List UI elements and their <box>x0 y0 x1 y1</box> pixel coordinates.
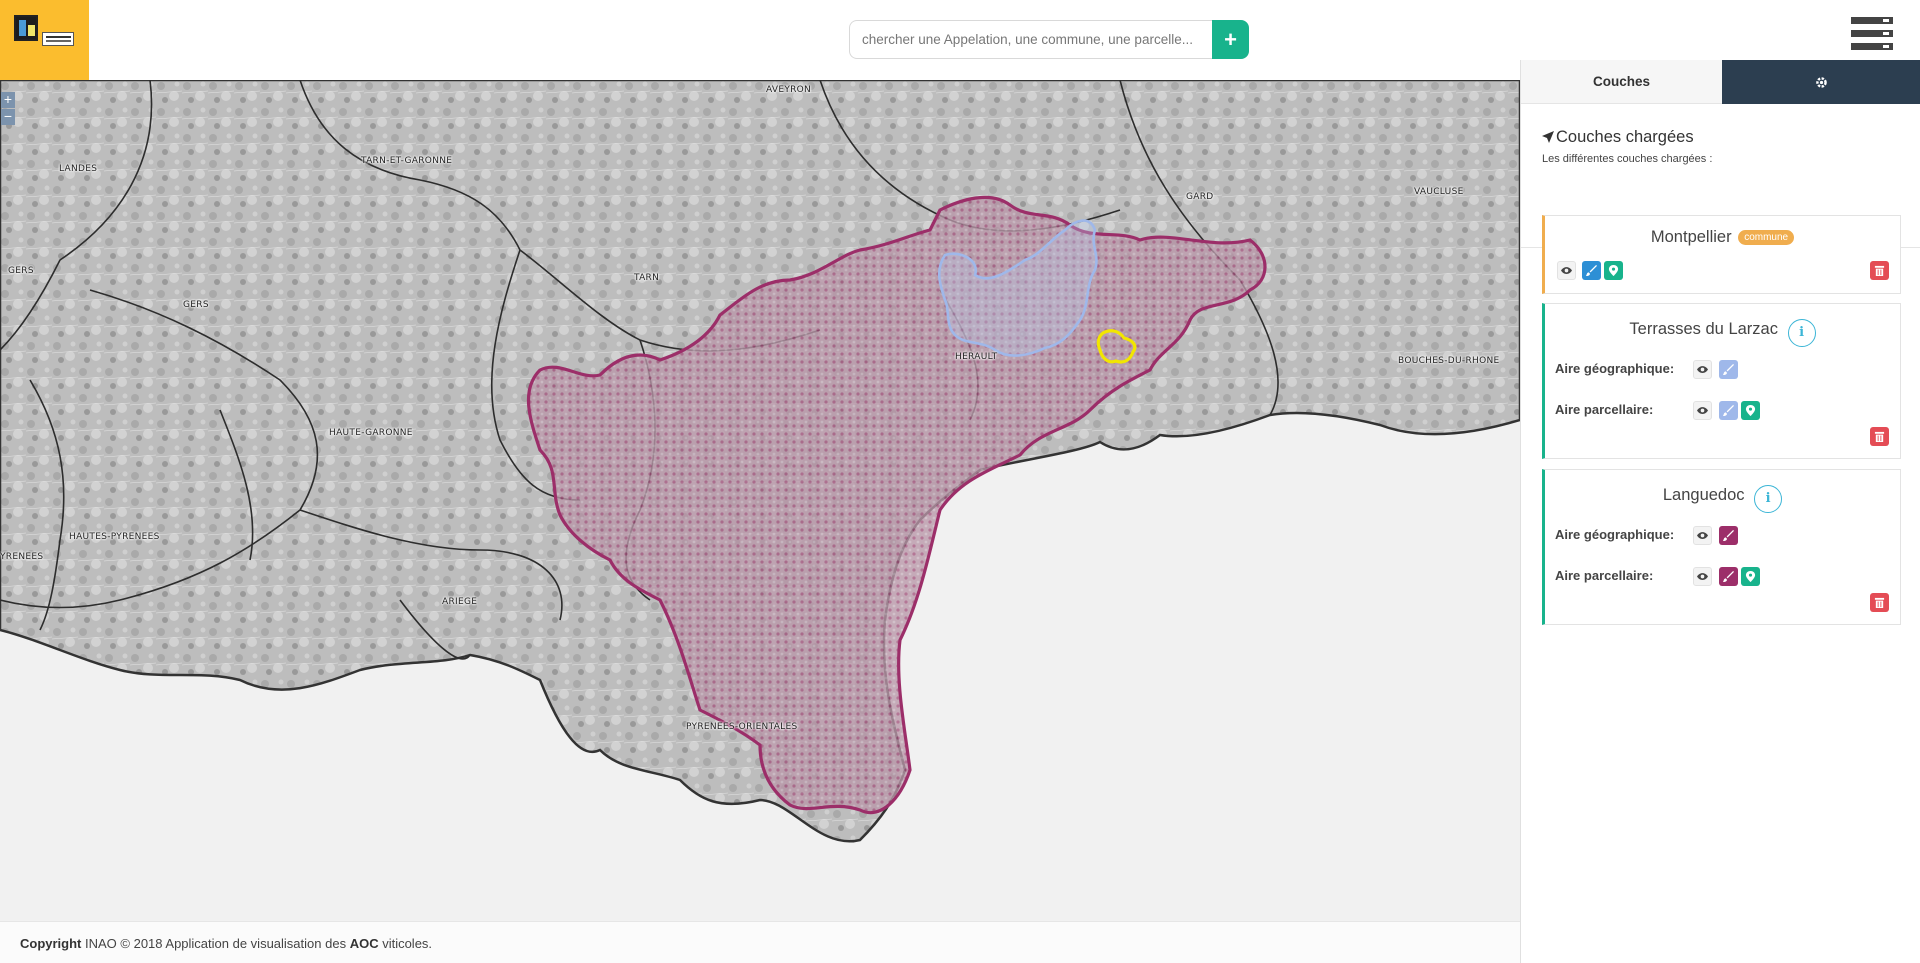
trash-icon <box>1874 431 1885 442</box>
eye-icon <box>1561 267 1572 274</box>
info-button[interactable]: i <box>1754 485 1783 513</box>
footer-text: INAO © 2018 Application de visualisation… <box>81 936 350 951</box>
map-marker-icon <box>1745 405 1756 416</box>
visibility-toggle-button[interactable] <box>1557 261 1576 280</box>
trash-icon <box>1874 597 1885 608</box>
map-view[interactable]: AVEYRON LANDES TARN-ET-GARONNE GARD VAUC… <box>0 80 1520 921</box>
style-brush-button[interactable] <box>1719 360 1738 379</box>
map-marker-icon <box>1608 265 1619 276</box>
layer-title: Montpellier commune <box>1545 228 1900 247</box>
aire-parcellaire-label: Aire parcellaire: <box>1555 568 1654 583</box>
map-marker-icon <box>1745 571 1756 582</box>
delete-layer-button[interactable] <box>1870 427 1889 446</box>
zoom-control: + − <box>1 92 15 126</box>
search-input[interactable] <box>849 20 1213 59</box>
visibility-toggle-button[interactable] <box>1693 567 1712 586</box>
eye-icon <box>1697 366 1708 373</box>
dept-label-gers: GERS <box>183 300 209 310</box>
dept-label-landes: LANDES <box>59 164 98 174</box>
dept-label-tarn-et-garonne: TARN-ET-GARONNE <box>361 156 453 166</box>
dept-label-gers-west: GERS <box>8 266 34 276</box>
location-arrow-icon <box>1542 131 1554 143</box>
aire-parcellaire-label: Aire parcellaire: <box>1555 402 1654 417</box>
panel-subtitle: Les différentes couches chargées : <box>1542 153 1713 165</box>
layers-menu-button[interactable] <box>1851 17 1893 51</box>
layers-panel: Couches Couches chargées Les différentes… <box>1520 60 1920 963</box>
zoom-to-layer-button[interactable] <box>1741 401 1760 420</box>
visibility-toggle-button[interactable] <box>1693 401 1712 420</box>
add-search-button[interactable]: + <box>1212 20 1249 59</box>
dept-label-gard: GARD <box>1186 192 1214 202</box>
eye-icon <box>1697 532 1708 539</box>
eye-icon <box>1697 407 1708 414</box>
app-logo[interactable] <box>0 0 89 80</box>
aire-geographique-label: Aire géographique: <box>1555 527 1675 542</box>
dept-label-herault: HERAULT <box>955 352 998 362</box>
style-brush-button[interactable] <box>1719 526 1738 545</box>
dept-label-tarn: TARN <box>634 273 660 283</box>
footer-suffix: viticoles. <box>378 936 433 951</box>
info-button[interactable]: i <box>1787 319 1816 347</box>
zoom-to-layer-button[interactable] <box>1741 567 1760 586</box>
layer-title: Languedoc i <box>1545 485 1900 513</box>
brush-icon <box>1586 265 1597 276</box>
zoom-in-button[interactable]: + <box>1 92 15 108</box>
layer-card-terrasses-du-larzac: Terrasses du Larzac i Aire géographique:… <box>1542 303 1901 459</box>
tab-couches[interactable]: Couches <box>1521 60 1722 104</box>
dept-label-haute-garonne: HAUTE-GARONNE <box>329 428 413 438</box>
brush-icon <box>1723 364 1734 375</box>
brush-icon <box>1723 530 1734 541</box>
dept-label-pyrenees: YRENEES <box>0 552 44 562</box>
footer-aoc: AOC <box>349 936 379 951</box>
style-brush-button[interactable] <box>1719 567 1738 586</box>
gear-icon <box>1816 77 1827 88</box>
search-bar: + <box>849 20 1249 59</box>
zoom-to-layer-button[interactable] <box>1604 261 1623 280</box>
dept-label-ariege: ARIEGE <box>442 597 478 607</box>
dept-label-aveyron: AVEYRON <box>766 85 812 95</box>
trash-icon <box>1874 265 1885 276</box>
tab-settings[interactable] <box>1722 60 1920 104</box>
dept-label-bouches-du-rhone: BOUCHES-DU-RHONE <box>1398 356 1500 366</box>
zoom-out-button[interactable]: − <box>1 109 15 125</box>
layer-card-montpellier: Montpellier commune <box>1542 215 1901 294</box>
map-canvas[interactable] <box>0 80 1520 921</box>
footer-copyright: Copyright <box>20 936 82 951</box>
dept-label-hautes-pyrenees: HAUTES-PYRENEES <box>69 532 160 542</box>
delete-layer-button[interactable] <box>1870 261 1889 280</box>
visibility-toggle-button[interactable] <box>1693 526 1712 545</box>
style-brush-button[interactable] <box>1582 261 1601 280</box>
layers-stack-icon <box>1851 17 1893 24</box>
panel-tabs: Couches <box>1521 60 1920 104</box>
inao-logo-icon <box>14 15 38 41</box>
eye-icon <box>1697 573 1708 580</box>
brush-icon <box>1723 571 1734 582</box>
layer-type-badge: commune <box>1738 230 1795 245</box>
dept-label-vaucluse: VAUCLUSE <box>1414 187 1464 197</box>
layer-title: Terrasses du Larzac i <box>1545 319 1900 347</box>
logo-wordmark <box>42 32 74 46</box>
dept-label-pyrenees-orientales: PYRENEES-ORIENTALES <box>686 722 798 732</box>
panel-title: Couches chargées <box>1542 128 1694 147</box>
aire-geographique-label: Aire géographique: <box>1555 361 1675 376</box>
layer-card-languedoc: Languedoc i Aire géographique: Aire parc… <box>1542 469 1901 625</box>
delete-layer-button[interactable] <box>1870 593 1889 612</box>
brush-icon <box>1723 405 1734 416</box>
visibility-toggle-button[interactable] <box>1693 360 1712 379</box>
footer: Copyright INAO © 2018 Application de vis… <box>0 921 1520 963</box>
style-brush-button[interactable] <box>1719 401 1738 420</box>
